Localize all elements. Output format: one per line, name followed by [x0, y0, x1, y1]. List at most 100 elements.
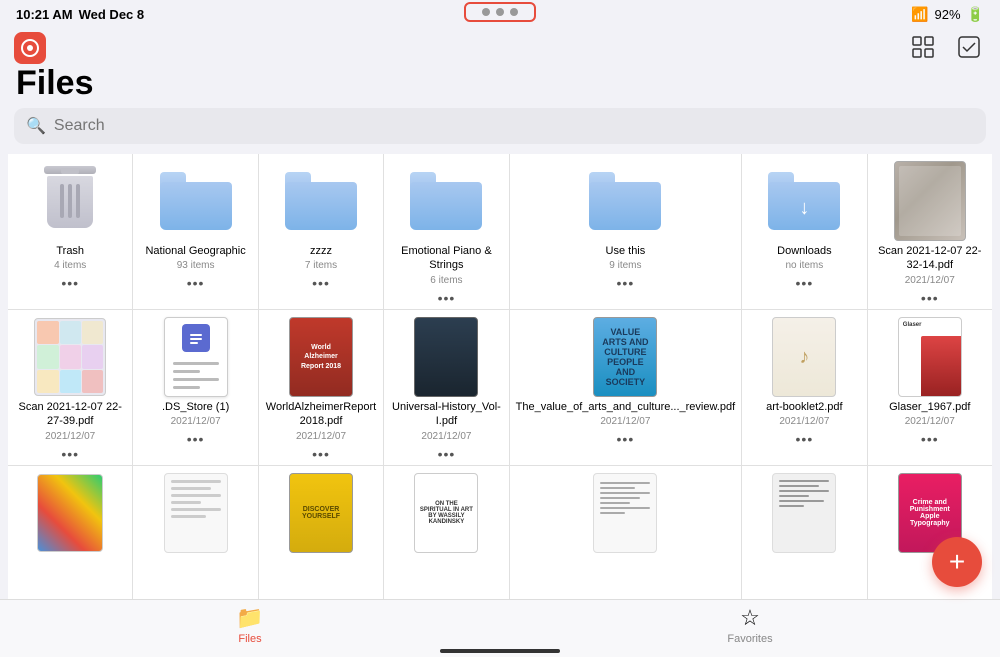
- file-item-scan1[interactable]: Scan 2021-12-07 22-32-14.pdf 2021/12/07 …: [868, 154, 992, 309]
- file-item-glaser[interactable]: Glaser Glaser_1967.pdf 2021/12/07 •••: [868, 310, 992, 465]
- grid-view-icon: [912, 36, 934, 58]
- item-sub-downloads: no items: [785, 260, 823, 271]
- folder-body-downloads: ↓: [768, 182, 840, 230]
- top-bar-menu[interactable]: [464, 2, 536, 22]
- item-sub-emotional-piano: 6 items: [430, 275, 462, 286]
- file-icon-row3-1: [30, 478, 110, 548]
- file-item-row3-1[interactable]: [8, 466, 132, 599]
- folder-body: [160, 182, 232, 230]
- file-item-row3-3[interactable]: DISCOVER YOURSELF: [259, 466, 383, 599]
- folder-icon-national-geographic: [156, 166, 236, 236]
- row3-3-thumbnail: DISCOVER YOURSELF: [289, 473, 353, 553]
- universal-history-thumbnail: [414, 317, 478, 397]
- files-grid: Trash 4 items ••• National Geographic 93…: [8, 154, 992, 599]
- dot-1: [482, 8, 490, 16]
- search-input[interactable]: [54, 117, 974, 135]
- tab-favorites[interactable]: ☆ Favorites: [500, 605, 1000, 645]
- value-arts-thumbnail: VALUE ARTS AND CULTURE PEOPLE AND SOCIET…: [593, 317, 657, 397]
- scan1-thumbnail: [894, 161, 966, 241]
- folder-item-trash[interactable]: Trash 4 items •••: [8, 154, 132, 309]
- grid-view-button[interactable]: [908, 32, 938, 68]
- folder-item-use-this[interactable]: Use this 9 items •••: [510, 154, 742, 309]
- status-time-date: 10:21 AM Wed Dec 8: [16, 7, 144, 22]
- file-icon-ds-store: [156, 322, 236, 392]
- file-item-row3-4[interactable]: ON THE SPIRITUAL IN ART BY WASSILY KANDI…: [384, 466, 508, 599]
- files-tab-label: Files: [238, 633, 261, 645]
- item-more-universal-history[interactable]: •••: [438, 446, 456, 462]
- item-sub-scan1: 2021/12/07: [905, 275, 955, 286]
- row3-2-thumbnail: [164, 473, 228, 553]
- item-more-glaser[interactable]: •••: [921, 431, 939, 447]
- item-more-national-geographic[interactable]: •••: [187, 275, 205, 291]
- item-name-downloads: Downloads: [777, 244, 831, 258]
- search-icon: 🔍: [26, 116, 46, 136]
- item-more-scan2[interactable]: •••: [61, 446, 79, 462]
- file-item-value-arts[interactable]: VALUE ARTS AND CULTURE PEOPLE AND SOCIET…: [510, 310, 742, 465]
- file-icon-glaser: Glaser: [890, 322, 970, 392]
- folder-body-use-this: [589, 182, 661, 230]
- item-name-ds-store: .DS_Store (1): [162, 400, 229, 414]
- file-item-row3-5[interactable]: [510, 466, 742, 599]
- item-name-trash: Trash: [56, 244, 84, 258]
- files-tab-icon: 📁: [236, 605, 263, 631]
- item-more-downloads[interactable]: •••: [796, 275, 814, 291]
- search-bar[interactable]: 🔍: [14, 108, 986, 144]
- file-icon-world-alzheimer: World Alzheimer Report 2018: [281, 322, 361, 392]
- folder-visual-national-geographic: [160, 172, 232, 230]
- status-date: Wed Dec 8: [79, 7, 145, 22]
- wifi-icon: 📶: [911, 6, 928, 23]
- trash-icon-container: [30, 166, 110, 236]
- file-item-row3-6[interactable]: [742, 466, 866, 599]
- file-item-universal-history[interactable]: Universal-History_Vol-I.pdf 2021/12/07 •…: [384, 310, 508, 465]
- folder-item-national-geographic[interactable]: National Geographic 93 items •••: [133, 154, 257, 309]
- status-indicators: 📶 92% 🔋: [911, 6, 984, 23]
- folder-visual-use-this: [589, 172, 661, 230]
- doc-badge: [182, 324, 210, 352]
- item-more-emotional-piano[interactable]: •••: [438, 290, 456, 306]
- item-more-scan1[interactable]: •••: [921, 290, 939, 306]
- scan2-thumbnail: [34, 318, 106, 396]
- select-button[interactable]: [954, 32, 984, 68]
- file-item-ds-store[interactable]: .DS_Store (1) 2021/12/07 •••: [133, 310, 257, 465]
- row3-6-thumbnail: [772, 473, 836, 553]
- item-sub-glaser: 2021/12/07: [905, 416, 955, 427]
- folder-item-downloads[interactable]: ↓ Downloads no items •••: [742, 154, 866, 309]
- doc-line-1: [173, 362, 219, 365]
- add-fab-button[interactable]: +: [932, 537, 982, 587]
- item-more-ds-store[interactable]: •••: [187, 431, 205, 447]
- item-name-universal-history: Universal-History_Vol-I.pdf: [390, 400, 502, 429]
- favorites-tab-label: Favorites: [727, 633, 772, 645]
- item-name-art-booklet: art-booklet2.pdf: [766, 400, 842, 414]
- select-icon: [958, 36, 980, 58]
- item-name-emotional-piano: Emotional Piano & Strings: [390, 244, 502, 273]
- file-item-art-booklet[interactable]: ♪ art-booklet2.pdf 2021/12/07 •••: [742, 310, 866, 465]
- folder-item-zzzz[interactable]: zzzz 7 items •••: [259, 154, 383, 309]
- item-name-scan1: Scan 2021-12-07 22-32-14.pdf: [874, 244, 986, 273]
- folder-item-emotional-piano[interactable]: Emotional Piano & Strings 6 items •••: [384, 154, 508, 309]
- app-logo: [14, 32, 46, 64]
- item-sub-art-booklet: 2021/12/07: [779, 416, 829, 427]
- file-icon-row3-5: [585, 478, 665, 548]
- doc-line-4: [173, 386, 201, 389]
- dot-2: [496, 8, 504, 16]
- home-indicator: [440, 649, 560, 653]
- item-sub-trash: 4 items: [54, 260, 86, 271]
- download-arrow-icon: ↓: [799, 197, 809, 220]
- folder-icon-downloads: ↓: [764, 166, 844, 236]
- item-more-art-booklet[interactable]: •••: [796, 431, 814, 447]
- item-more-value-arts[interactable]: •••: [617, 431, 635, 447]
- item-more-trash[interactable]: •••: [61, 275, 79, 291]
- file-item-world-alzheimer[interactable]: World Alzheimer Report 2018 WorldAlzheim…: [259, 310, 383, 465]
- file-item-scan2[interactable]: Scan 2021-12-07 22-27-39.pdf 2021/12/07 …: [8, 310, 132, 465]
- tab-files[interactable]: 📁 Files: [0, 605, 500, 645]
- item-more-world-alzheimer[interactable]: •••: [312, 446, 330, 462]
- row3-4-thumbnail: ON THE SPIRITUAL IN ART BY WASSILY KANDI…: [414, 473, 478, 553]
- item-more-zzzz[interactable]: •••: [312, 275, 330, 291]
- trash-line-3: [76, 184, 80, 218]
- item-name-value-arts: The_value_of_arts_and_culture..._review.…: [516, 400, 736, 414]
- ds-store-thumbnail: [164, 317, 228, 397]
- file-item-row3-2[interactable]: [133, 466, 257, 599]
- item-more-use-this[interactable]: •••: [617, 275, 635, 291]
- trash-handle: [61, 168, 79, 174]
- file-icon-scan2: [30, 322, 110, 392]
